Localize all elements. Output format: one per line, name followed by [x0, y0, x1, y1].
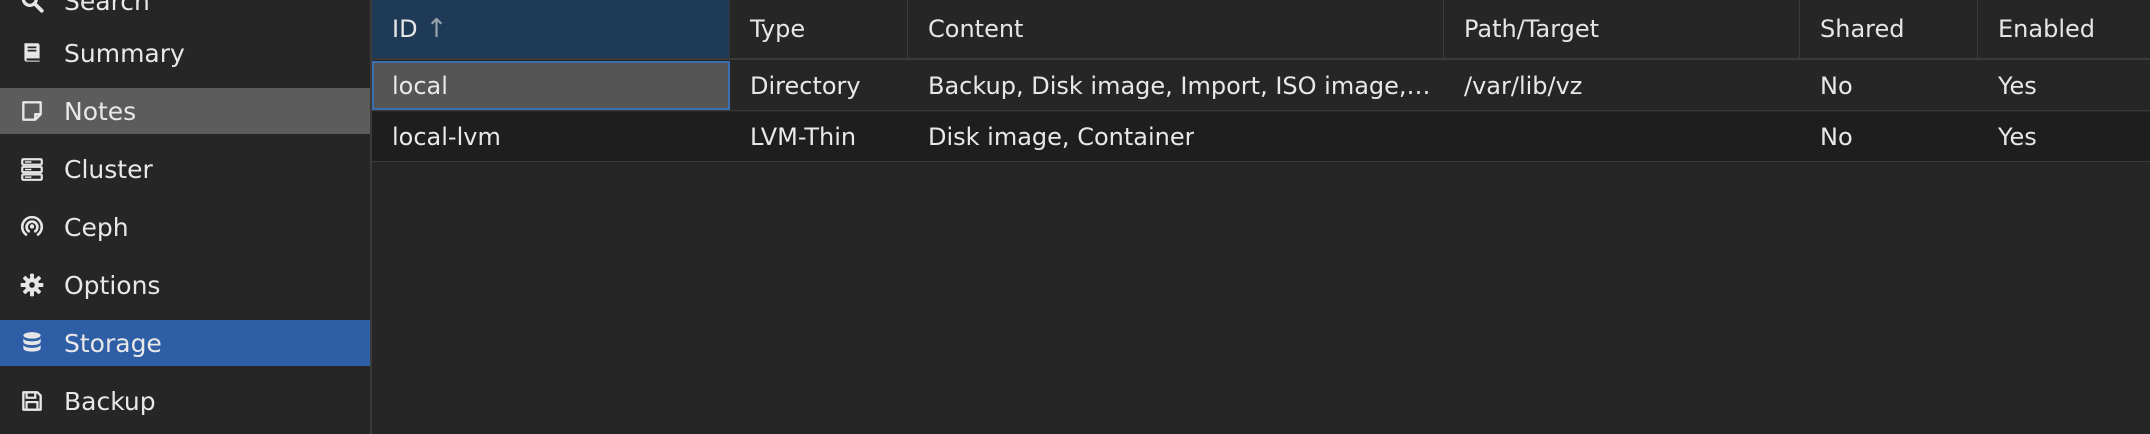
column-header-path-target[interactable]: Path/Target: [1444, 0, 1800, 58]
sidebar-item-label: Options: [64, 270, 161, 300]
column-header-id[interactable]: ID ↑: [372, 0, 730, 58]
sidebar-item-label: Summary: [64, 38, 185, 68]
storage-grid: ID ↑ Type Content Path/Target Shared Ena…: [372, 0, 2150, 434]
cell-id[interactable]: local-lvm: [372, 112, 730, 161]
sidebar-item-summary[interactable]: Summary: [0, 30, 370, 76]
sticky-note-icon: [18, 97, 46, 125]
sidebar-item-search[interactable]: Search: [0, 0, 370, 24]
app-window: Search Summary Notes Cluster Ceph Option…: [0, 0, 2150, 434]
sidebar: Search Summary Notes Cluster Ceph Option…: [0, 0, 372, 434]
gear-icon: [18, 271, 46, 299]
search-icon: [18, 0, 46, 15]
cell-shared[interactable]: No: [1800, 61, 1978, 110]
ceph-icon: [18, 213, 46, 241]
sidebar-item-label: Search: [64, 0, 150, 16]
sidebar-item-notes[interactable]: Notes: [0, 88, 370, 134]
cell-type[interactable]: Directory: [730, 61, 908, 110]
table-row[interactable]: local-lvm LVM-Thin Disk image, Container…: [372, 112, 2150, 162]
server-icon: [18, 155, 46, 183]
cell-path-target[interactable]: /var/lib/vz: [1444, 61, 1800, 110]
sidebar-item-storage[interactable]: Storage: [0, 320, 370, 366]
sidebar-item-label: Cluster: [64, 154, 153, 184]
cell-content[interactable]: Disk image, Container: [908, 112, 1444, 161]
cell-path-target[interactable]: [1444, 112, 1800, 161]
grid-header: ID ↑ Type Content Path/Target Shared Ena…: [372, 0, 2150, 60]
sidebar-item-cluster[interactable]: Cluster: [0, 146, 370, 192]
column-header-enabled[interactable]: Enabled: [1978, 0, 2150, 58]
cell-id[interactable]: local: [372, 61, 730, 110]
column-header-content[interactable]: Content: [908, 0, 1444, 58]
cell-type[interactable]: LVM-Thin: [730, 112, 908, 161]
sidebar-item-options[interactable]: Options: [0, 262, 370, 308]
cell-shared[interactable]: No: [1800, 112, 1978, 161]
column-header-type[interactable]: Type: [730, 0, 908, 58]
cell-enabled[interactable]: Yes: [1978, 112, 2150, 161]
cell-content[interactable]: Backup, Disk image, Import, ISO image,…: [908, 61, 1444, 110]
column-header-shared[interactable]: Shared: [1800, 0, 1978, 58]
sidebar-item-label: Storage: [64, 328, 162, 358]
book-icon: [18, 39, 46, 67]
database-icon: [18, 329, 46, 357]
cell-enabled[interactable]: Yes: [1978, 61, 2150, 110]
table-row[interactable]: local Directory Backup, Disk image, Impo…: [372, 61, 2150, 111]
sidebar-item-backup[interactable]: Backup: [0, 378, 370, 424]
sidebar-item-label: Backup: [64, 386, 156, 416]
sort-ascending-icon: ↑: [425, 14, 448, 44]
sidebar-item-label: Ceph: [64, 212, 129, 242]
floppy-disk-icon: [18, 387, 46, 415]
sidebar-item-label: Notes: [64, 96, 137, 126]
sidebar-item-ceph[interactable]: Ceph: [0, 204, 370, 250]
